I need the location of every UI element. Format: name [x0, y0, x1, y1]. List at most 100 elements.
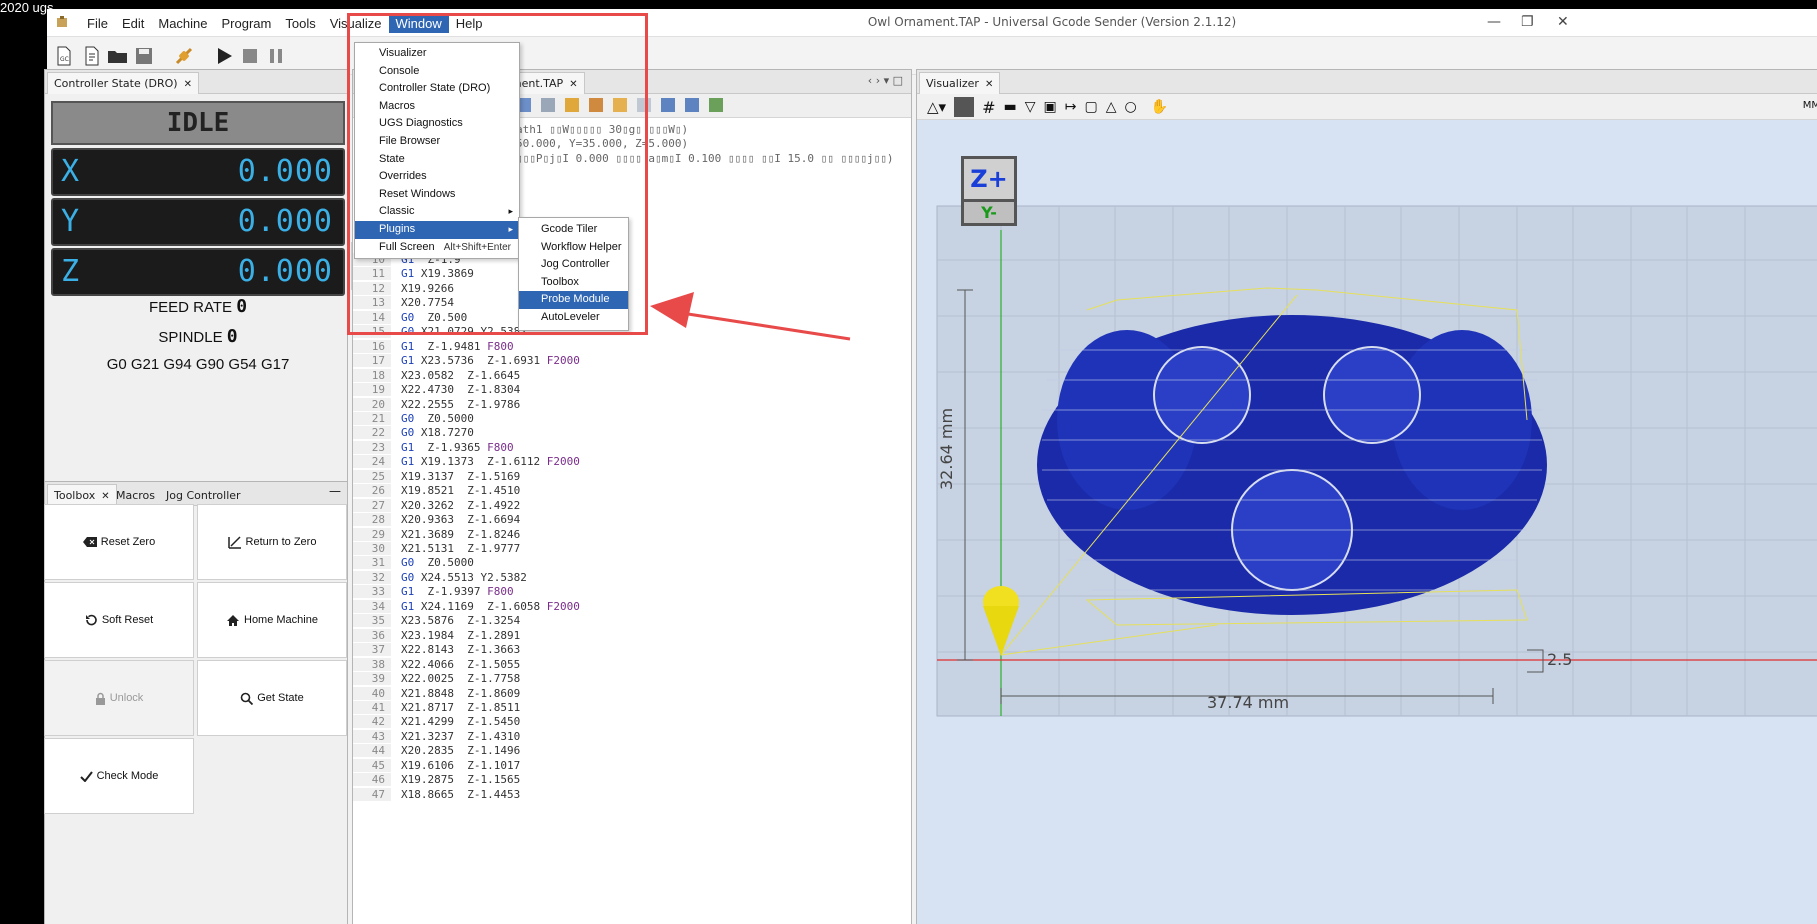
gcode-line[interactable]: 25 X19.3137 Z-1.5169: [353, 469, 520, 484]
mouse-icon[interactable]: ○: [1124, 99, 1136, 115]
line-number: 27: [353, 498, 391, 512]
gcode-line[interactable]: 42 X21.4299 Z-1.5450: [353, 715, 520, 729]
tool-icon[interactable]: ▽: [1025, 99, 1036, 115]
minimize-icon[interactable]: —: [1487, 14, 1501, 30]
gcode-line[interactable]: 38 X22.4066 Z-1.5055: [353, 657, 520, 672]
new-gcode-icon[interactable]: GC: [51, 43, 77, 69]
gcode-line[interactable]: 36 X23.1984 Z-1.2891: [353, 628, 520, 643]
minimize-panel-icon[interactable]: —: [329, 484, 341, 498]
gcode-line[interactable]: 39 X22.0025 Z-1.7758: [353, 672, 520, 686]
gcode-state: G0 G21 G94 G90 G54 G17: [106, 356, 290, 373]
gcode-line[interactable]: 41 X21.8717 Z-1.8511: [353, 700, 521, 715]
gcode-line[interactable]: 18 X23.0582 Z-1.6645: [353, 368, 520, 383]
grid-icon[interactable]: #: [982, 98, 995, 117]
gcode-line[interactable]: 33 G1 Z-1.9397 F800: [353, 585, 514, 599]
new-script-icon[interactable]: [79, 43, 105, 69]
home-machine-button[interactable]: Home Machine: [197, 582, 347, 658]
gcode-line[interactable]: 21 G0 Z0.5000: [353, 411, 474, 426]
reset-zero-button[interactable]: Reset Zero: [44, 504, 194, 580]
gcode-line[interactable]: 30 X21.5131 Z-1.9777: [353, 542, 520, 556]
overlay-label: 2020 ugs: [0, 0, 54, 15]
line-number: 24: [353, 455, 391, 469]
view-cube-front[interactable]: Y-: [961, 202, 1017, 226]
close-icon[interactable]: ✕: [1557, 14, 1569, 30]
gcode-line[interactable]: 43 X21.3237 Z-1.4310: [353, 729, 520, 744]
gcode-line[interactable]: 47 X18.8665 Z-1.4453: [353, 787, 520, 802]
line-number: 43: [353, 729, 391, 743]
tab-jog-controller[interactable]: Jog Controller: [159, 484, 248, 506]
gcode-line[interactable]: 37 X22.8143 Z-1.3663: [353, 643, 520, 657]
gcode-token: X21.8717 Z-1.8511: [401, 700, 521, 714]
close-tab-icon[interactable]: ✕: [184, 79, 192, 90]
gcode-line[interactable]: 24 G1 X19.1373 Z-1.6112 F2000: [353, 455, 580, 469]
gcode-line[interactable]: 17 G1 X23.5736 Z-1.6931 F2000: [353, 354, 580, 368]
shift-right-icon[interactable]: [685, 98, 699, 112]
gcode-text: X19.2875 Z-1.1565: [391, 773, 520, 786]
gcode-line[interactable]: 29 X21.3689 Z-1.8246: [353, 527, 520, 542]
gcode-line[interactable]: 45 X19.6106 Z-1.1017: [353, 758, 520, 773]
return-to-zero-button[interactable]: Return to Zero: [197, 504, 347, 580]
view-cube-icon[interactable]: △▾: [927, 98, 946, 116]
tab-visualizer[interactable]: Visualizer ✕: [919, 72, 1001, 94]
connect-plug-icon[interactable]: [171, 43, 197, 69]
gcode-token: Z0.5000: [414, 411, 474, 425]
iso-view-icon[interactable]: ▢: [1084, 99, 1097, 115]
gcode-line[interactable]: 26 X19.8521 Z-1.4510: [353, 484, 520, 498]
bounds-icon[interactable]: ↦: [1065, 99, 1077, 115]
line-number: 22: [353, 426, 391, 440]
gcode-line[interactable]: 28 X20.9363 Z-1.6694: [353, 513, 520, 527]
plane-view-icon[interactable]: [954, 97, 975, 117]
gcode-text: G0 Z0.5000: [391, 556, 474, 569]
tab-macros[interactable]: Macros: [109, 484, 162, 506]
unlock-button[interactable]: Unlock: [44, 660, 194, 736]
tab-controller-state[interactable]: Controller State (DRO) ✕: [47, 72, 199, 94]
ruler-icon[interactable]: ▬: [1003, 99, 1016, 115]
gcode-line[interactable]: 22 G0 X18.7270: [353, 426, 474, 440]
open-folder-icon[interactable]: [105, 43, 131, 69]
restore-icon[interactable]: ❐: [1521, 14, 1534, 30]
visualizer-canvas[interactable]: 32.64 mm 37.74 mm 2.5 Z+ Y-: [917, 120, 1817, 924]
gcode-line[interactable]: 27 X20.3262 Z-1.4922: [353, 498, 520, 513]
gcode-line[interactable]: 34 G1 X24.1169 Z-1.6058 F2000: [353, 599, 580, 614]
play-icon[interactable]: [211, 43, 237, 69]
tab-toolbox[interactable]: Toolbox ✕: [47, 484, 117, 506]
gcode-token: X22.4066 Z-1.5055: [401, 657, 521, 671]
title-bar: File Edit Machine Program Tools Visualize Wind…: [47, 9, 1817, 37]
view-cube[interactable]: Z+ Y-: [961, 156, 1017, 228]
gcode-line[interactable]: 20 X22.2555 Z-1.9786: [353, 397, 520, 412]
gcode-line[interactable]: 40 X21.8848 Z-1.8609: [353, 686, 520, 701]
gcode-line[interactable]: 19 X22.4730 Z-1.8304: [353, 383, 520, 397]
pause-icon[interactable]: [263, 43, 289, 69]
gcode-line[interactable]: 16 G1 Z-1.9481 F800: [353, 339, 514, 354]
save-icon[interactable]: [131, 43, 157, 69]
gcode-token: F2000: [546, 354, 580, 368]
gcode-token: F2000: [546, 455, 580, 469]
gcode-token: F800: [487, 440, 514, 454]
dro-panel: Controller State (DRO) ✕ IDLE X 0.000 Y 0.0…: [44, 69, 348, 487]
check-mode-button[interactable]: Check Mode: [44, 738, 194, 814]
gcode-line[interactable]: 23 G1 Z-1.9365 F800: [353, 440, 514, 455]
gcode-line[interactable]: 44 X20.2835 Z-1.1496: [353, 744, 520, 758]
warning-icon[interactable]: △: [1106, 99, 1117, 115]
soft-reset-button[interactable]: Soft Reset: [44, 582, 194, 658]
gcode-line[interactable]: 46 X19.2875 Z-1.1565: [353, 773, 520, 787]
visualizer-toolbar: △▾ # ▬ ▽ ▣ ↦ ▢ △ ○ ✋ MM: [917, 94, 1817, 120]
zoom-fit-icon[interactable]: ▣: [1044, 99, 1057, 115]
stop-icon[interactable]: [237, 43, 263, 69]
start-macro-icon[interactable]: [709, 98, 723, 112]
gcode-text: X20.3262 Z-1.4922: [391, 499, 520, 512]
backspace-icon: [82, 537, 97, 547]
get-state-button[interactable]: Get State: [197, 660, 347, 736]
gcode-text: G0 Z0.5000: [391, 412, 474, 425]
gcode-text: X23.1984 Z-1.2891: [391, 629, 520, 642]
shift-left-icon[interactable]: [661, 98, 675, 112]
tab-nav-icons[interactable]: ‹ › ▾ □: [868, 74, 903, 87]
gcode-text: X19.8521 Z-1.4510: [391, 484, 520, 497]
gcode-line[interactable]: 31 G0 Z0.5000: [353, 556, 474, 570]
gcode-text: X22.4066 Z-1.5055: [391, 658, 520, 671]
hand-icon[interactable]: ✋: [1151, 99, 1168, 115]
close-tab-icon[interactable]: ✕: [985, 79, 993, 90]
view-cube-top[interactable]: Z+: [961, 156, 1017, 202]
gcode-line[interactable]: 32 G0 X24.5513 Y2.5382: [353, 570, 527, 585]
gcode-line[interactable]: 35 X23.5876 Z-1.3254: [353, 614, 520, 628]
